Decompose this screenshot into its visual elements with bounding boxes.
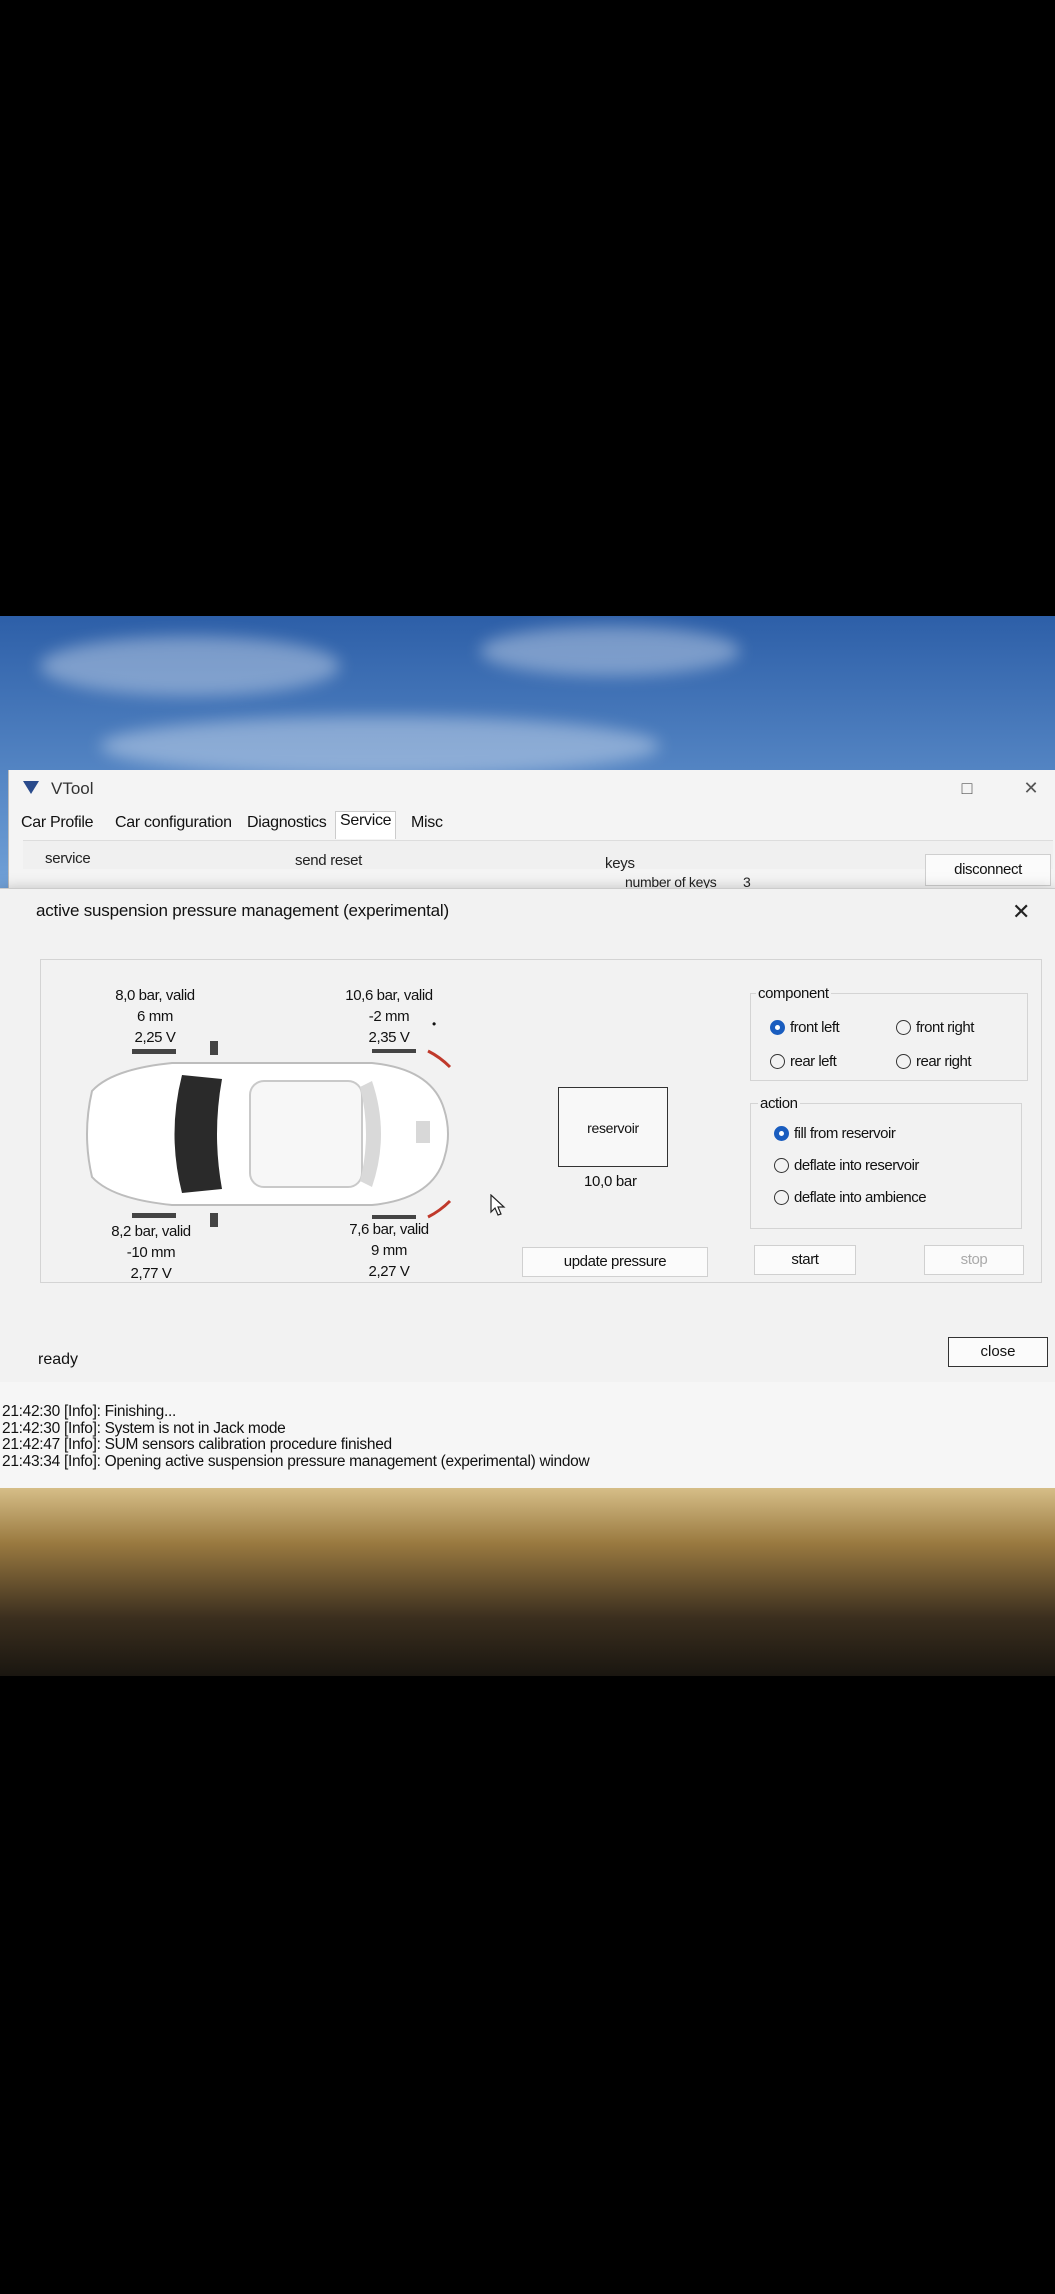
indicator-dot-icon: • (432, 1017, 437, 1031)
menu-car-configuration[interactable]: Car configuration (115, 814, 232, 832)
radio-rear-right[interactable]: rear right (896, 1053, 972, 1070)
radio-deflate-into-ambience[interactable]: deflate into ambience (774, 1189, 927, 1206)
dialog-title: active suspension pressure management (e… (36, 901, 449, 920)
radio-label: front right (916, 1019, 974, 1036)
rear-left-reading: 8,2 bar, valid -10 mm 2,77 V (96, 1221, 206, 1284)
radio-off-icon (896, 1054, 911, 1069)
log-panel: 21:42:30 [Info]: Finishing... 21:42:30 [… (0, 1382, 1055, 1488)
radio-label: rear right (916, 1053, 972, 1070)
front-right-pressure: 10,6 bar, valid (345, 987, 433, 1004)
rear-right-height: 9 mm (371, 1242, 407, 1259)
action-label: action (758, 1095, 800, 1112)
reservoir-box: reservoir (558, 1087, 668, 1167)
radio-rear-left[interactable]: rear left (770, 1053, 837, 1070)
app-title: VTool (51, 779, 94, 798)
radio-label: rear left (790, 1053, 837, 1070)
radio-on-icon (770, 1020, 785, 1035)
pressure-management-dialog: active suspension pressure management (e… (0, 888, 1055, 1389)
rear-left-voltage: 2,77 V (130, 1265, 172, 1282)
menu-diagnostics[interactable]: Diagnostics (247, 814, 327, 832)
log-line: 21:42:47 [Info]: SUM sensors calibration… (2, 1436, 392, 1453)
front-left-pressure: 8,0 bar, valid (115, 987, 195, 1004)
menu-car-profile[interactable]: Car Profile (21, 814, 94, 832)
status-text: ready (38, 1351, 79, 1368)
update-pressure-button[interactable]: update pressure (522, 1247, 708, 1277)
keys-group-label: keys (605, 855, 635, 872)
front-right-height: -2 mm (368, 1008, 410, 1025)
car-top-view-icon (86, 1041, 452, 1227)
menu-misc[interactable]: Misc (411, 814, 443, 832)
rear-left-height: -10 mm (126, 1244, 176, 1261)
reservoir-label: reservoir (587, 1120, 639, 1136)
close-window-icon[interactable]: ✕ (1021, 778, 1041, 798)
radio-off-icon (770, 1054, 785, 1069)
menu-service[interactable]: Service (335, 811, 397, 839)
service-tab-panel (23, 840, 1053, 869)
log-line: 21:42:30 [Info]: Finishing... (2, 1403, 176, 1420)
vtool-logo-icon (23, 781, 39, 794)
radio-deflate-into-reservoir[interactable]: deflate into reservoir (774, 1157, 919, 1174)
radio-off-icon (774, 1190, 789, 1205)
component-label: component (756, 985, 831, 1002)
radio-label: front left (790, 1019, 840, 1036)
rear-right-voltage: 2,27 V (368, 1263, 410, 1280)
radio-label: deflate into reservoir (794, 1157, 919, 1174)
disconnect-button[interactable]: disconnect (925, 854, 1051, 886)
maximize-icon[interactable]: □ (957, 778, 977, 798)
log-line: 21:42:30 [Info]: System is not in Jack m… (2, 1419, 286, 1437)
radio-front-right[interactable]: front right (896, 1019, 974, 1036)
dialog-close-icon[interactable]: ✕ (1012, 899, 1030, 925)
radio-off-icon (774, 1158, 789, 1173)
close-button[interactable]: close (948, 1337, 1048, 1367)
radio-front-left[interactable]: front left (770, 1019, 840, 1036)
title-bar: VTool □ ✕ (9, 770, 1055, 806)
start-button[interactable]: start (754, 1245, 856, 1275)
service-group-label: service (45, 850, 91, 867)
radio-on-icon (774, 1126, 789, 1141)
radio-label: fill from reservoir (794, 1125, 896, 1142)
stop-button[interactable]: stop (924, 1245, 1024, 1275)
radio-off-icon (896, 1020, 911, 1035)
radio-fill-from-reservoir[interactable]: fill from reservoir (774, 1125, 896, 1142)
send-reset-label: send reset (295, 852, 363, 869)
front-left-height: 6 mm (137, 1008, 173, 1025)
mouse-cursor-icon (490, 1194, 506, 1216)
radio-label: deflate into ambience (794, 1189, 927, 1206)
reservoir-pressure-value: 10,0 bar (584, 1173, 637, 1190)
log-line: 21:43:34 [Info]: Opening active suspensi… (2, 1452, 590, 1470)
